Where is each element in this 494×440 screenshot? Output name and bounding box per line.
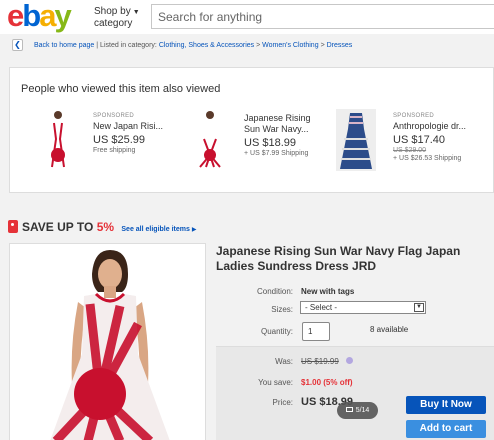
available-count: 8 available — [370, 325, 409, 334]
breadcrumb: ❮ Back to home page | Listed in category… — [0, 38, 494, 56]
image-counter[interactable]: 5/14 — [337, 402, 378, 419]
breadcrumb-item-dresses[interactable]: Dresses — [327, 42, 353, 49]
save-prefix: SAVE UP TO — [22, 220, 94, 234]
quantity-label: Quantity: — [260, 327, 293, 336]
sizes-selected-value: - Select - — [305, 303, 338, 312]
shop-by-label: Shop by — [94, 6, 131, 17]
back-to-home-link[interactable]: Back to home page — [34, 42, 94, 49]
item-title[interactable]: New Japan Risi... — [93, 121, 163, 132]
logo-letter-y: y — [54, 0, 71, 33]
info-icon[interactable] — [346, 357, 353, 364]
item-title[interactable]: Japanese Rising Sun War Navy... — [244, 113, 312, 135]
also-viewed-panel: People who viewed this item also viewed … — [9, 67, 494, 193]
you-save-value: $1.00 (5% off) — [301, 378, 353, 387]
product-title: Japanese Rising Sun War Navy Flag Japan … — [216, 244, 461, 273]
was-price: US $19.99 — [301, 357, 339, 366]
price-tag-icon — [8, 220, 18, 233]
logo-letter-e: e — [7, 0, 24, 33]
search-input[interactable]: Search for anything — [151, 4, 494, 29]
logo-letter-b: b — [22, 0, 41, 33]
was-label: Was: — [275, 357, 293, 366]
price-label: Price: — [272, 398, 293, 407]
item-old-price: US $29.00 — [393, 147, 427, 154]
quantity-input[interactable]: 1 — [302, 322, 330, 341]
list-item[interactable]: SPONSORED Anthropologie dr... US $17.40 … — [393, 113, 466, 162]
category-label: category — [94, 18, 133, 29]
item-price: US $17.40 — [393, 134, 445, 146]
item-shipping: + US $26.53 Shipping — [393, 155, 462, 162]
breadcrumb-arrow: > — [256, 42, 261, 49]
breadcrumb-arrow: > — [320, 42, 325, 49]
condition-value: New with tags — [301, 287, 355, 296]
item-price: US $18.99 — [244, 137, 296, 149]
list-item[interactable]: SPONSORED New Japan Risi... US $25.99 Fr… — [93, 113, 163, 154]
also-viewed-thumb[interactable] — [190, 109, 230, 171]
image-counter-text: 5/14 — [355, 407, 370, 414]
item-title[interactable]: Anthropologie dr... — [393, 121, 466, 132]
chevron-down-icon: ▼ — [414, 303, 424, 312]
see-eligible-items-link[interactable]: See all eligible items — [121, 226, 189, 233]
ebay-logo[interactable]: ebay — [7, 0, 72, 34]
save-percent: 5% — [96, 220, 115, 234]
triangle-right-icon: ▶ — [191, 227, 197, 233]
also-viewed-thumb[interactable] — [336, 109, 376, 171]
buy-it-now-button[interactable]: Buy It Now — [406, 396, 486, 414]
breadcrumb-label: | Listed in category: — [96, 42, 157, 49]
breadcrumb-item-clothing[interactable]: Clothing, Shoes & Accessories — [159, 42, 254, 49]
sizes-select[interactable]: - Select - ▼ — [300, 301, 426, 314]
chevron-left-icon[interactable]: ❮ — [12, 39, 23, 51]
gallery-icon — [345, 407, 353, 412]
header-bar: ebay Shop by ▼ category Search for anythi… — [0, 0, 494, 34]
product-image[interactable] — [9, 243, 206, 440]
condition-label: Condition: — [256, 287, 293, 296]
shop-by-category-button[interactable]: Shop by ▼ category — [94, 6, 140, 29]
save-banner: SAVE UP TO 5% See all eligible items ▶ — [8, 220, 197, 236]
also-viewed-title: People who viewed this item also viewed — [21, 83, 221, 95]
you-save-label: You save: — [258, 378, 293, 387]
list-item[interactable]: Japanese Rising Sun War Navy... US $18.9… — [244, 113, 312, 157]
item-price: US $25.99 — [93, 134, 145, 146]
item-shipping: Free shipping — [93, 147, 136, 154]
logo-letter-a: a — [39, 0, 56, 33]
item-shipping: + US $7.99 Shipping — [244, 150, 309, 157]
also-viewed-thumb[interactable] — [38, 109, 78, 171]
chevron-down-icon: ▼ — [132, 9, 140, 16]
sponsored-label: SPONSORED — [93, 113, 135, 119]
sizes-label: Sizes: — [271, 305, 293, 314]
add-to-cart-button[interactable]: Add to cart — [406, 420, 486, 438]
breadcrumb-item-womens-clothing[interactable]: Women's Clothing — [262, 42, 318, 49]
sponsored-label: SPONSORED — [393, 113, 435, 119]
